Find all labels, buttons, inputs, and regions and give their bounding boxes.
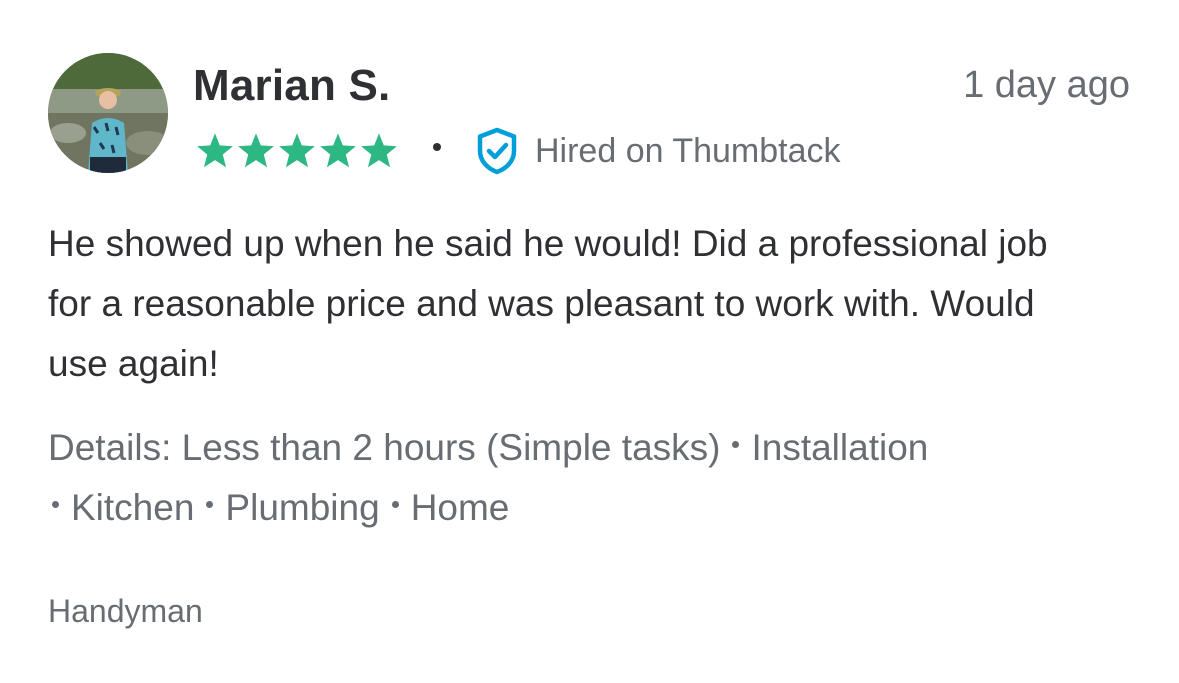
hired-on-thumbtack-label: Hired on Thumbtack <box>535 132 841 170</box>
detail-item: Plumbing <box>225 487 380 528</box>
detail-item: Home <box>410 487 510 528</box>
star-icon <box>320 133 356 168</box>
detail-separator <box>732 440 740 448</box>
review-timestamp: 1 day ago <box>963 64 1130 106</box>
review-body: He showed up when he said he would! Did … <box>48 223 1048 384</box>
star-icon <box>279 133 315 168</box>
star-icon <box>361 133 397 168</box>
star-icon <box>197 133 233 168</box>
detail-separator <box>52 500 59 508</box>
detail-separator <box>391 500 399 508</box>
reviewer-name: Marian S. <box>193 61 391 110</box>
details-prefix: Details: <box>48 427 172 468</box>
detail-separator <box>206 500 214 508</box>
detail-item: Less than 2 hours (Simple tasks) <box>181 427 721 468</box>
shield-check-icon <box>477 127 517 175</box>
separator-dot <box>433 143 441 151</box>
star-rating <box>195 132 399 170</box>
star-icon <box>238 133 274 168</box>
service-category: Handyman <box>48 593 203 629</box>
review-details: Details: Less than 2 hours (Simple tasks… <box>48 418 1148 538</box>
avatar-photo <box>48 53 168 173</box>
avatar[interactable] <box>48 53 168 173</box>
detail-item: Installation <box>751 427 929 468</box>
review-card: Marian S. 1 day ago Hired on Thumbtack H… <box>0 0 1179 683</box>
rating-row: Hired on Thumbtack <box>195 127 841 175</box>
detail-item: Kitchen <box>71 487 195 528</box>
